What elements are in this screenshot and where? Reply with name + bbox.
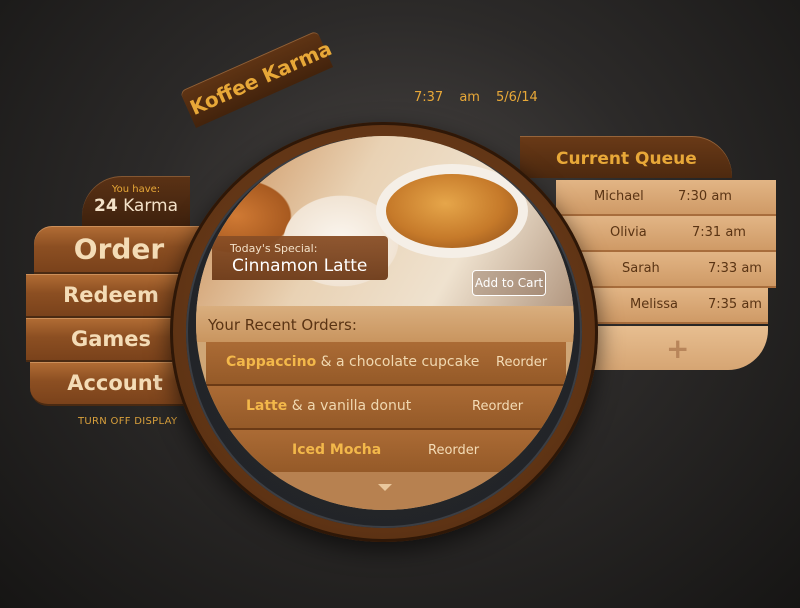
plus-icon: + xyxy=(666,332,690,365)
dial-content: Today's Special: Cinnamon Latte Add to C… xyxy=(196,136,574,510)
karma-panel: You have: 24 Karma xyxy=(82,176,190,226)
clock: 7:37 am 5/6/14 xyxy=(414,90,554,105)
karma-amount: 24 xyxy=(93,196,118,216)
karma-unit: Karma xyxy=(123,196,178,216)
order-row[interactable]: Cappaccino & a chocolate cupcake Reorder xyxy=(206,342,566,386)
reorder-button[interactable]: Reorder xyxy=(496,355,547,370)
order-description: Cappaccino & a chocolate cupcake xyxy=(226,354,479,370)
scroll-down-area[interactable] xyxy=(206,472,566,510)
reorder-button[interactable]: Reorder xyxy=(428,443,479,458)
special-name: Cinnamon Latte xyxy=(232,256,368,276)
order-row[interactable]: Iced Mocha Reorder xyxy=(206,430,566,474)
nav-order-label: Order xyxy=(73,232,165,266)
coffee-cup-image xyxy=(386,174,518,248)
queue-name: Sarah xyxy=(622,261,660,276)
order-item: Latte xyxy=(246,398,288,414)
queue-row[interactable]: Michael 7:30 am xyxy=(556,180,776,216)
reorder-button[interactable]: Reorder xyxy=(472,399,523,414)
clock-time: 7:37 am xyxy=(414,90,480,105)
order-extra: & a vanilla donut xyxy=(287,398,412,414)
clock-date: 5/6/14 xyxy=(495,90,538,105)
order-description: Latte & a vanilla donut xyxy=(246,398,411,414)
special-caption: Today's Special: xyxy=(230,242,318,255)
order-item: Cappaccino xyxy=(226,354,317,370)
queue-time: 7:35 am xyxy=(708,297,762,312)
order-row[interactable]: Latte & a vanilla donut Reorder xyxy=(206,386,566,430)
nav-order-button[interactable]: Order xyxy=(34,226,204,274)
chevron-down-icon[interactable] xyxy=(378,484,392,491)
recent-orders-title: Your Recent Orders: xyxy=(208,316,357,334)
karma-value: 24 Karma xyxy=(82,196,190,216)
queue-time: 7:30 am xyxy=(678,189,732,204)
queue-name: Melissa xyxy=(630,297,678,312)
queue-title: Current Queue xyxy=(556,149,697,169)
order-extra: & a chocolate cupcake xyxy=(316,354,480,370)
queue-name: Olivia xyxy=(610,225,647,240)
order-item: Iced Mocha xyxy=(292,442,382,458)
turn-off-display-link[interactable]: TURN OFF DISPLAY xyxy=(78,416,177,427)
queue-row[interactable]: Olivia 7:31 am xyxy=(556,216,776,252)
queue-time: 7:31 am xyxy=(692,225,746,240)
queue-name: Michael xyxy=(594,189,644,204)
add-to-cart-button[interactable]: Add to Cart xyxy=(472,270,546,296)
karma-caption: You have: xyxy=(111,184,161,195)
queue-time: 7:33 am xyxy=(708,261,762,276)
order-description: Iced Mocha xyxy=(292,442,381,458)
nav-redeem-label: Redeem xyxy=(63,283,159,307)
